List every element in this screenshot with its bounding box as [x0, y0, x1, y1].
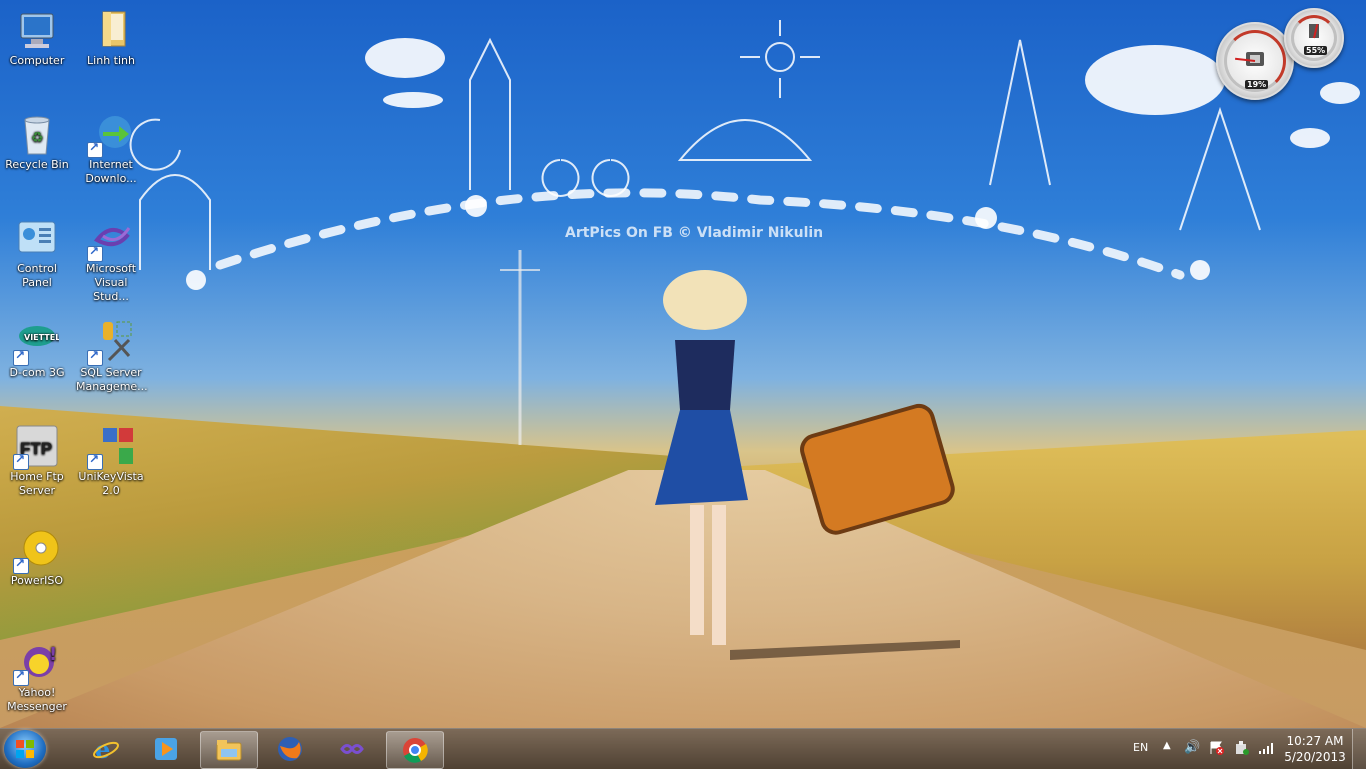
sql-server-icon — [87, 320, 133, 366]
shortcut-arrow-icon — [87, 244, 103, 262]
memory-gauge: 55% — [1284, 8, 1344, 68]
desktop-icon-label: SQL Server Manageme... — [76, 366, 148, 393]
desktop-icon-unikey[interactable]: UniKeyVista 2.0 — [76, 424, 146, 498]
taskbar-firefox[interactable] — [262, 731, 318, 767]
memory-percent: 55% — [1304, 46, 1328, 55]
poweriso-icon — [13, 528, 59, 574]
firefox-icon — [277, 736, 303, 762]
safely-remove-hardware-icon[interactable] — [1234, 740, 1250, 759]
desktop-icon-internet-download-manager[interactable]: Internet Downlo... — [76, 112, 146, 186]
action-center-icon[interactable] — [1210, 741, 1224, 758]
network-signal-icon[interactable] — [1258, 742, 1274, 757]
svg-text:!: ! — [49, 644, 57, 665]
desktop-icon-label: Yahoo! Messenger — [7, 686, 67, 713]
desktop-icon-recycle-bin[interactable]: ♻ Recycle Bin — [2, 112, 72, 172]
visual-studio-icon — [87, 216, 133, 262]
cpu-gauge: 19% — [1216, 22, 1294, 100]
language-indicator[interactable]: EN — [1133, 741, 1148, 754]
desktop-icon-label: Linh tinh — [87, 54, 135, 67]
desktop-icon-home-ftp-server[interactable]: FTP Home Ftp Server — [2, 424, 72, 498]
desktop-icon-label: Internet Downlo... — [85, 158, 137, 185]
chrome-icon — [402, 737, 428, 763]
computer-icon — [15, 8, 59, 52]
start-button[interactable] — [4, 730, 46, 768]
desktop-icon-label: D-com 3G — [9, 366, 65, 379]
shortcut-arrow-icon — [13, 556, 29, 574]
desktop-icon-sql-server[interactable]: SQL Server Manageme... — [76, 320, 148, 394]
shortcut-arrow-icon — [13, 668, 29, 686]
clock-time: 10:27 AM — [1286, 734, 1344, 748]
control-panel-icon — [15, 216, 59, 260]
desktop-icon-linh-tinh[interactable]: Linh tinh — [76, 8, 146, 68]
shortcut-arrow-icon — [13, 348, 29, 366]
shortcut-arrow-icon — [87, 140, 103, 158]
desktop-icon-label: Computer — [9, 54, 65, 67]
internet-explorer-icon: e — [93, 735, 119, 764]
taskbar: e EN ▲ 🔊 10:27 AM 5/20/2013 — [0, 728, 1366, 769]
taskbar-chrome[interactable] — [386, 731, 444, 769]
clock-date: 5/20/2013 — [1284, 750, 1346, 764]
taskbar-internet-explorer[interactable]: e — [78, 731, 134, 767]
ftp-icon: FTP — [13, 424, 59, 470]
svg-text:♻: ♻ — [31, 130, 44, 146]
shortcut-arrow-icon — [87, 452, 103, 470]
unikey-icon — [87, 424, 133, 470]
desktop-icon-label: Home Ftp Server — [10, 470, 64, 497]
windows-logo-icon — [16, 740, 34, 758]
cpu-percent: 19% — [1245, 80, 1269, 89]
desktop-icon-label: Microsoft Visual Stud... — [85, 262, 137, 303]
visual-studio-taskbar-icon — [339, 736, 365, 762]
show-hidden-icons-icon[interactable]: ▲ — [1163, 740, 1171, 751]
desktop-icon-label: PowerISO — [10, 574, 64, 587]
desktop-icon-dcom-3g[interactable]: VIETTEL D-com 3G — [2, 320, 72, 380]
wallpaper-sketch — [129, 20, 1261, 660]
wallpaper-watermark: ArtPics On FB © Vladimir Nikulin — [565, 225, 824, 241]
cpu-meter-gadget[interactable]: 19% 55% — [1214, 8, 1344, 108]
desktop-icon-label: Control Panel — [17, 262, 57, 289]
folder-icon — [89, 8, 133, 52]
desktop-icon-visual-studio[interactable]: Microsoft Visual Stud... — [76, 216, 146, 304]
desktop-icon-control-panel[interactable]: Control Panel — [2, 216, 72, 290]
desktop[interactable]: ArtPics On FB © Vladimir Nikulin Compute… — [0, 0, 1366, 728]
recycle-bin-icon: ♻ — [15, 112, 59, 156]
yahoo-messenger-icon: ! — [13, 640, 59, 686]
shortcut-arrow-icon — [87, 348, 103, 366]
shortcut-arrow-icon — [13, 452, 29, 470]
svg-text:VIETTEL: VIETTEL — [24, 333, 59, 342]
taskbar-media-player[interactable] — [138, 731, 194, 767]
file-explorer-icon — [216, 737, 242, 763]
taskbar-visual-studio[interactable] — [324, 731, 380, 767]
internet-download-manager-icon — [87, 112, 133, 158]
media-player-icon — [153, 736, 179, 762]
desktop-icon-computer[interactable]: Computer — [2, 8, 72, 68]
desktop-icon-label: UniKeyVista 2.0 — [78, 470, 144, 497]
taskbar-file-explorer[interactable] — [200, 731, 258, 769]
show-desktop-button[interactable] — [1352, 729, 1366, 769]
dcom-3g-icon: VIETTEL — [13, 320, 60, 366]
desktop-icon-label: Recycle Bin — [5, 158, 69, 171]
desktop-icon-yahoo-messenger[interactable]: ! Yahoo! Messenger — [2, 640, 72, 714]
volume-icon[interactable]: 🔊 — [1184, 740, 1200, 755]
system-clock[interactable]: 10:27 AM 5/20/2013 — [1282, 733, 1348, 765]
desktop-icon-poweriso[interactable]: PowerISO — [2, 528, 72, 588]
